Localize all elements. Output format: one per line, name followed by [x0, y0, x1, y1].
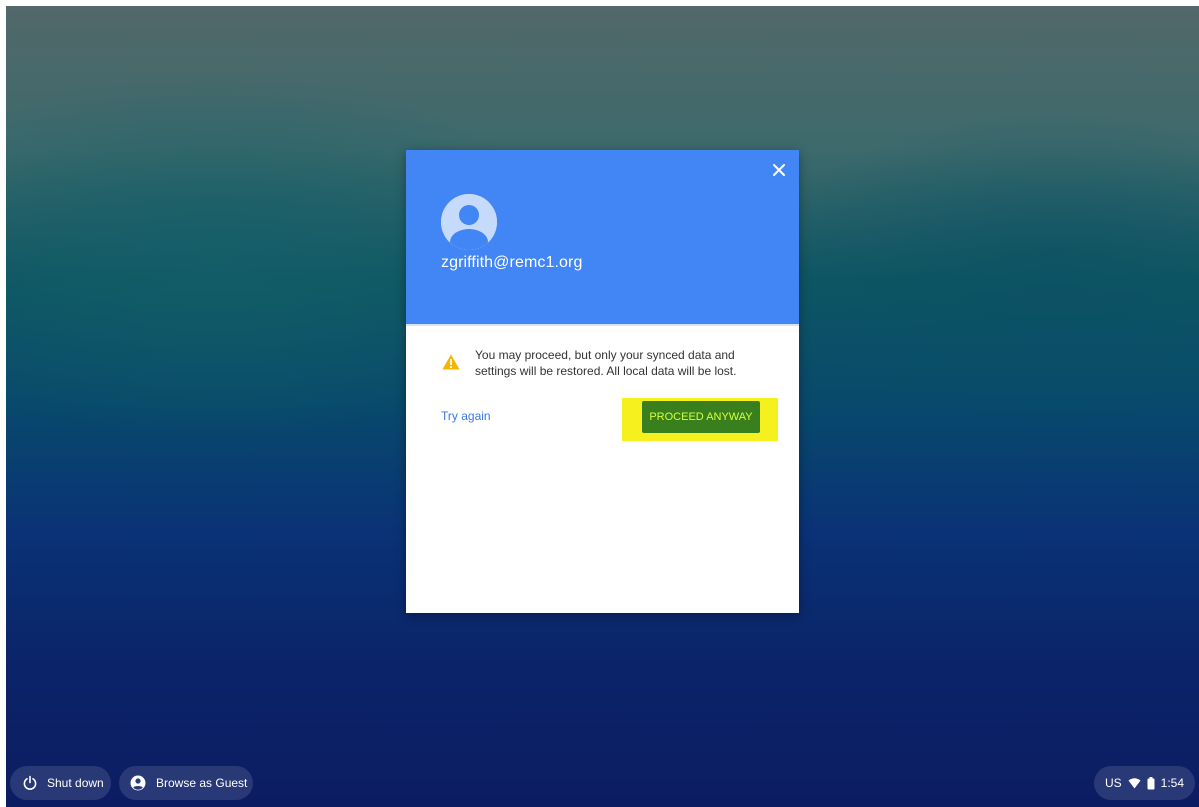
keyboard-layout: US	[1104, 776, 1122, 790]
avatar-icon	[441, 194, 497, 250]
warning-icon	[442, 354, 460, 370]
account-icon	[130, 775, 146, 791]
login-screen: zgriffith@remc1.org You may proceed, but…	[6, 6, 1199, 807]
warning-message: You may proceed, but only your synced da…	[475, 348, 737, 378]
browse-as-guest-button[interactable]: Browse as Guest	[119, 766, 253, 800]
clock-time: 1:54	[1160, 776, 1185, 790]
account-recovery-dialog: zgriffith@remc1.org You may proceed, but…	[406, 150, 799, 613]
try-again-link[interactable]: Try again	[441, 409, 491, 423]
dialog-header: zgriffith@remc1.org	[406, 150, 799, 324]
account-email: zgriffith@remc1.org	[441, 254, 583, 271]
header-divider	[406, 324, 799, 326]
battery-icon	[1147, 776, 1155, 789]
proceed-anyway-button[interactable]: PROCEED ANYWAY	[642, 401, 760, 433]
power-icon	[23, 775, 37, 790]
shutdown-button[interactable]: Shut down	[10, 766, 111, 800]
wifi-icon	[1128, 777, 1141, 788]
close-icon	[773, 164, 785, 176]
avatar	[441, 194, 497, 250]
close-button[interactable]	[769, 160, 789, 180]
guest-label: Browse as Guest	[156, 776, 248, 790]
status-tray[interactable]: US 1:54	[1094, 766, 1195, 800]
shutdown-label: Shut down	[47, 776, 104, 790]
